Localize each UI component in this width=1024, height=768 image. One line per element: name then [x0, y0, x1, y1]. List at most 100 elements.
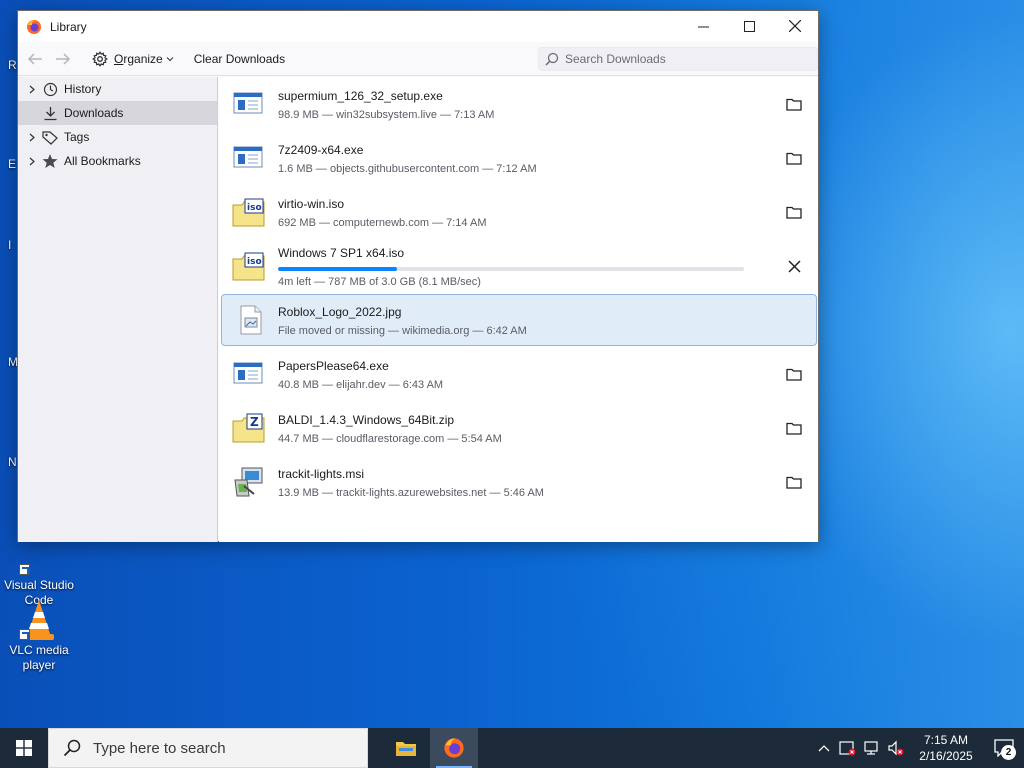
- windows-logo-icon: [16, 740, 32, 756]
- open-folder-button[interactable]: [781, 415, 807, 441]
- cancel-download-button[interactable]: [781, 253, 807, 279]
- folder-icon: [786, 98, 802, 111]
- organize-label: Organize: [114, 51, 163, 66]
- clear-downloads-button[interactable]: Clear Downloads: [190, 48, 289, 70]
- download-progress-fill: [278, 267, 398, 271]
- maximize-icon: [743, 20, 755, 32]
- download-progress-bar: [278, 267, 744, 271]
- download-item[interactable]: supermium_126_32_setup.exe 98.9 MB — win…: [221, 78, 817, 130]
- chevron-down-icon: [166, 56, 174, 61]
- close-button[interactable]: [772, 11, 818, 41]
- download-item-in-progress[interactable]: iso Windows 7 SP1 x64.iso 4m left — 787 …: [221, 240, 817, 292]
- expand-chevron-icon[interactable]: [25, 133, 39, 142]
- taskbar-search-box[interactable]: Type here to search: [48, 728, 368, 768]
- security-tray-icon[interactable]: [836, 728, 860, 768]
- desktop-icon-vlc[interactable]: VLC media player: [1, 600, 77, 673]
- back-button[interactable]: [24, 48, 46, 70]
- sidebar-item-history[interactable]: History: [18, 77, 217, 101]
- folder-icon: [786, 422, 802, 435]
- expand-chevron-icon[interactable]: [25, 85, 39, 94]
- sidebar-item-downloads[interactable]: Downloads: [18, 101, 217, 125]
- download-filename: trackit-lights.msi: [278, 467, 365, 481]
- sidebar-item-all-bookmarks[interactable]: All Bookmarks: [18, 149, 217, 173]
- exe-icon: [232, 358, 266, 390]
- show-hidden-icons-button[interactable]: [812, 728, 836, 768]
- taskbar-search-placeholder: Type here to search: [93, 739, 226, 757]
- desktop-edge-label: E: [8, 157, 17, 171]
- search-input[interactable]: [565, 52, 805, 66]
- download-filename: Windows 7 SP1 x64.iso: [278, 246, 405, 260]
- network-tray-icon[interactable]: [860, 728, 884, 768]
- toolbar: Organize Clear Downloads: [18, 42, 818, 76]
- forward-button[interactable]: [52, 48, 74, 70]
- sidebar-item-tags[interactable]: Tags: [18, 125, 217, 149]
- start-button[interactable]: [0, 728, 48, 768]
- download-filename: PapersPlease64.exe: [278, 359, 389, 373]
- library-window: Library Organize Clear Downloads Search …: [17, 10, 819, 542]
- open-folder-button[interactable]: [781, 91, 807, 117]
- download-status: 692 MB — computernewb.com — 7:14 AM: [278, 217, 487, 229]
- open-folder-button[interactable]: [781, 199, 807, 225]
- download-status: 1.6 MB — objects.githubusercontent.com —…: [278, 163, 537, 175]
- download-status: 40.8 MB — elijahr.dev — 6:43 AM: [278, 379, 444, 391]
- taskbar-firefox[interactable]: [430, 728, 478, 768]
- search-box[interactable]: [538, 47, 818, 71]
- taskbar-clock[interactable]: 7:15 AM 2/16/2025: [908, 732, 984, 764]
- volume-tray-icon[interactable]: [884, 728, 908, 768]
- search-icon: [545, 52, 559, 66]
- iso-icon: iso: [232, 196, 266, 228]
- file-explorer-icon: [396, 742, 416, 756]
- msi-icon: [232, 466, 266, 498]
- downloads-list: supermium_126_32_setup.exe 98.9 MB — win…: [219, 77, 818, 542]
- title-bar[interactable]: Library: [18, 11, 818, 42]
- desktop-edge-label: R: [8, 58, 17, 72]
- exe-icon: [232, 142, 266, 174]
- gear-icon: [92, 50, 108, 67]
- sidebar-item-label: History: [64, 82, 102, 96]
- expand-chevron-icon[interactable]: [25, 157, 39, 166]
- close-icon: [787, 259, 801, 273]
- vlc-icon: [19, 600, 59, 640]
- minimize-button[interactable]: [680, 11, 726, 41]
- window-controls: [680, 11, 818, 41]
- back-arrow-icon: [27, 52, 42, 65]
- zip-icon: Z: [232, 412, 266, 444]
- open-folder-button[interactable]: [781, 145, 807, 171]
- iso-icon: iso: [232, 250, 266, 282]
- window-title: Library: [50, 19, 87, 34]
- download-filename: supermium_126_32_setup.exe: [278, 89, 443, 103]
- desktop-edge-label: I: [8, 238, 12, 252]
- firefox-icon: [26, 19, 42, 35]
- download-item[interactable]: PapersPlease64.exe 40.8 MB — elijahr.dev…: [221, 348, 817, 400]
- download-status: 98.9 MB — win32subsystem.live — 7:13 AM: [278, 109, 495, 121]
- download-item[interactable]: iso virtio-win.iso 692 MB — computernewb…: [221, 186, 817, 238]
- download-item[interactable]: 7z2409-x64.exe 1.6 MB — objects.githubus…: [221, 132, 817, 184]
- star-icon: [41, 152, 59, 170]
- folder-icon: [786, 368, 802, 381]
- clock-date: 2/16/2025: [919, 749, 973, 763]
- taskbar-file-explorer[interactable]: [382, 728, 430, 768]
- svg-text:iso: iso: [247, 257, 262, 267]
- image-file-icon: [233, 304, 267, 336]
- organize-menu-button[interactable]: Organize: [88, 47, 178, 71]
- open-folder-button[interactable]: [781, 361, 807, 387]
- folder-icon: [786, 206, 802, 219]
- download-filename: Roblox_Logo_2022.jpg: [278, 305, 402, 319]
- download-item[interactable]: trackit-lights.msi 13.9 MB — trackit-lig…: [221, 456, 817, 508]
- search-icon: [63, 739, 81, 757]
- sidebar-item-label: Downloads: [64, 106, 124, 120]
- download-item[interactable]: Z BALDI_1.4.3_Windows_64Bit.zip 44.7 MB …: [221, 402, 817, 454]
- download-filename: virtio-win.iso: [278, 197, 345, 211]
- close-icon: [789, 20, 801, 32]
- download-item-selected[interactable]: Roblox_Logo_2022.jpg File moved or missi…: [221, 294, 817, 346]
- notification-count-badge: 2: [1001, 745, 1016, 760]
- sidebar-item-label: Tags: [64, 130, 90, 144]
- maximize-button[interactable]: [726, 11, 772, 41]
- action-center-button[interactable]: 2: [984, 728, 1024, 768]
- clock-time: 7:15 AM: [923, 733, 969, 747]
- system-tray: 7:15 AM 2/16/2025 2: [812, 728, 1024, 768]
- folder-icon: [786, 152, 802, 165]
- open-folder-button[interactable]: [781, 469, 807, 495]
- download-status: File moved or missing — wikimedia.org — …: [278, 325, 527, 337]
- desktop-icon-label: VLC media player: [9, 643, 69, 672]
